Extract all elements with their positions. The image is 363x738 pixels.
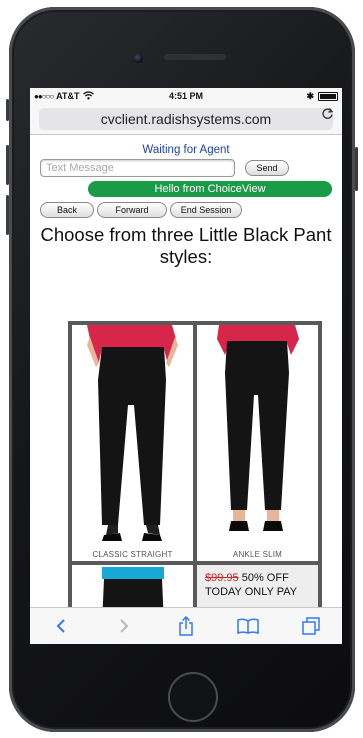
- front-camera: [134, 54, 143, 63]
- safari-toolbar: [30, 607, 342, 644]
- end-session-button[interactable]: End Session: [170, 202, 242, 218]
- product-label-classic-straight: CLASSIC STRAIGHT: [92, 550, 173, 559]
- earpiece-speaker: [164, 54, 226, 60]
- url-bar: cvclient.radishsystems.com: [30, 104, 342, 135]
- mute-switch: [6, 99, 9, 121]
- power-button: [355, 147, 358, 191]
- greeting-banner: Hello from ChoiceView: [88, 181, 332, 197]
- forward-arrow-icon[interactable]: [109, 611, 139, 641]
- status-bar: ●●○○○ AT&T 4:51 PM ✱: [30, 88, 342, 104]
- product-card-ankle-slim[interactable]: ANKLE SLIM: [197, 325, 318, 561]
- old-price: $99.95: [205, 572, 239, 584]
- status-time: 4:51 PM: [168, 91, 203, 101]
- volume-down-button: [6, 195, 9, 235]
- back-arrow-icon[interactable]: [46, 611, 76, 641]
- bookmarks-icon[interactable]: [233, 611, 263, 641]
- volume-up-button: [6, 145, 9, 185]
- share-icon[interactable]: [171, 611, 201, 641]
- phone-screen: ●●○○○ AT&T 4:51 PM ✱ cvclient.radishsyst…: [30, 88, 342, 644]
- forward-button[interactable]: Forward: [97, 202, 167, 218]
- battery-icon: [318, 91, 338, 101]
- back-button[interactable]: Back: [40, 202, 94, 218]
- reload-icon[interactable]: [321, 107, 334, 123]
- url-text: cvclient.radishsystems.com: [100, 111, 272, 127]
- chat-panel: Waiting for Agent Text Message Send Hell…: [30, 144, 342, 268]
- home-button[interactable]: [168, 672, 218, 722]
- product-grid: CLASSIC STRAIGHT ANKLE SLIM $99.95 50% O…: [68, 321, 322, 625]
- page-heading: Choose from three Little Black Pant styl…: [40, 224, 332, 267]
- pant-image-classic-straight: [87, 325, 178, 541]
- agent-status: Waiting for Agent: [142, 144, 230, 156]
- product-card-classic-straight[interactable]: CLASSIC STRAIGHT: [72, 325, 193, 561]
- text-message-input[interactable]: Text Message: [40, 159, 235, 177]
- tabs-icon[interactable]: [296, 611, 326, 641]
- send-button[interactable]: Send: [245, 160, 289, 176]
- product-label-ankle-slim: ANKLE SLIM: [232, 550, 283, 559]
- address-field[interactable]: cvclient.radishsystems.com: [39, 108, 333, 130]
- offer-text: $99.95 50% OFF TODAY ONLY PAY: [205, 571, 317, 599]
- pant-image-ankle-slim: [217, 325, 299, 531]
